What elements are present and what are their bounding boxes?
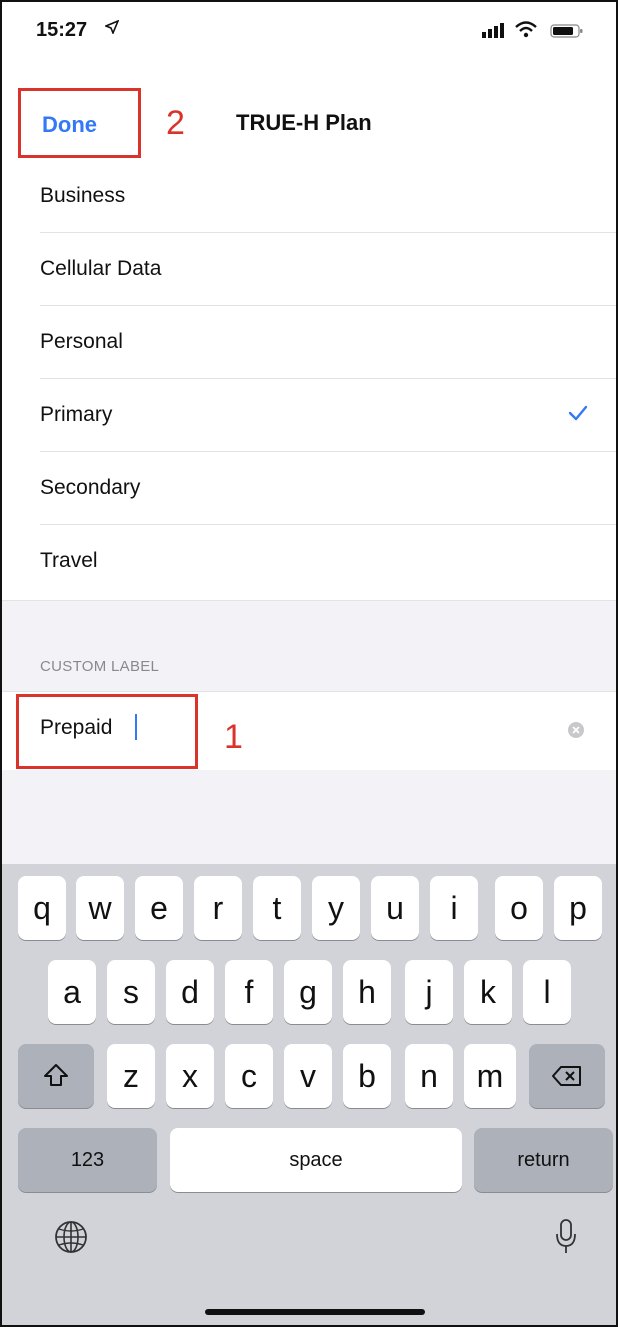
key-n[interactable]: n xyxy=(405,1044,453,1108)
empty-area xyxy=(2,770,616,864)
status-bar: 15:27 xyxy=(2,2,616,66)
list-item-label: Secondary xyxy=(40,476,141,499)
shift-icon xyxy=(43,1058,69,1095)
shift-key[interactable] xyxy=(18,1044,94,1108)
key-u[interactable]: u xyxy=(371,876,419,940)
key-r[interactable]: r xyxy=(194,876,242,940)
checkmark-icon xyxy=(568,405,588,426)
delete-key[interactable] xyxy=(529,1044,605,1108)
status-time: 15:27 xyxy=(36,19,88,41)
key-g[interactable]: g xyxy=(284,960,332,1024)
key-l[interactable]: l xyxy=(523,960,571,1024)
key-j[interactable]: j xyxy=(405,960,453,1024)
key-q[interactable]: q xyxy=(18,876,66,940)
list-item-cellular-data[interactable]: Cellular Data xyxy=(2,233,616,306)
battery-icon xyxy=(550,24,584,43)
key-s[interactable]: s xyxy=(107,960,155,1024)
key-w[interactable]: w xyxy=(76,876,124,940)
key-k[interactable]: k xyxy=(464,960,512,1024)
key-x[interactable]: x xyxy=(166,1044,214,1108)
annotation-number-2: 2 xyxy=(166,104,185,142)
key-e[interactable]: e xyxy=(135,876,183,940)
key-z[interactable]: z xyxy=(107,1044,155,1108)
list-item-label: Business xyxy=(40,184,126,207)
custom-label-header: CUSTOM LABEL xyxy=(40,658,160,675)
cellular-signal-icon xyxy=(482,22,508,43)
page-title: TRUE-H Plan xyxy=(236,110,372,135)
location-arrow-icon xyxy=(103,19,120,39)
space-key[interactable]: space xyxy=(170,1128,462,1192)
list-item-travel[interactable]: Travel xyxy=(2,525,616,598)
key-b[interactable]: b xyxy=(343,1044,391,1108)
keyboard: q w e r t y u i o p a s d f g h j k l z … xyxy=(2,864,616,1325)
key-f[interactable]: f xyxy=(225,960,273,1024)
list-item-label: Cellular Data xyxy=(40,257,162,280)
home-indicator xyxy=(205,1309,425,1315)
list-item-label: Personal xyxy=(40,330,123,353)
key-d[interactable]: d xyxy=(166,960,214,1024)
return-key[interactable]: return xyxy=(474,1128,613,1192)
key-v[interactable]: v xyxy=(284,1044,332,1108)
numbers-key[interactable]: 123 xyxy=(18,1128,157,1192)
list-item-personal[interactable]: Personal xyxy=(2,306,616,379)
list-item-primary[interactable]: Primary xyxy=(2,379,616,452)
key-y[interactable]: y xyxy=(312,876,360,940)
key-i[interactable]: i xyxy=(430,876,478,940)
label-options-list: Business Cellular Data Personal Primary … xyxy=(2,160,616,598)
annotation-box-done xyxy=(18,88,141,158)
phone-screen: 15:27 Done TRUE-H Plan 2 Business Cellul… xyxy=(0,0,618,1327)
list-item-secondary[interactable]: Secondary xyxy=(2,452,616,525)
microphone-icon[interactable] xyxy=(555,1218,577,1261)
key-t[interactable]: t xyxy=(253,876,301,940)
list-item-business[interactable]: Business xyxy=(2,160,616,233)
key-a[interactable]: a xyxy=(48,960,96,1024)
wifi-icon xyxy=(514,20,538,43)
list-item-label: Travel xyxy=(40,549,98,572)
annotation-number-1: 1 xyxy=(224,718,243,756)
key-p[interactable]: p xyxy=(554,876,602,940)
globe-icon[interactable] xyxy=(54,1220,88,1259)
key-c[interactable]: c xyxy=(225,1044,273,1108)
section-gap xyxy=(2,600,616,691)
list-item-label: Primary xyxy=(40,403,113,426)
key-h[interactable]: h xyxy=(343,960,391,1024)
backspace-icon xyxy=(552,1058,582,1095)
annotation-box-field xyxy=(16,694,198,769)
key-m[interactable]: m xyxy=(464,1044,516,1108)
clear-text-icon[interactable] xyxy=(568,722,584,743)
key-o[interactable]: o xyxy=(495,876,543,940)
